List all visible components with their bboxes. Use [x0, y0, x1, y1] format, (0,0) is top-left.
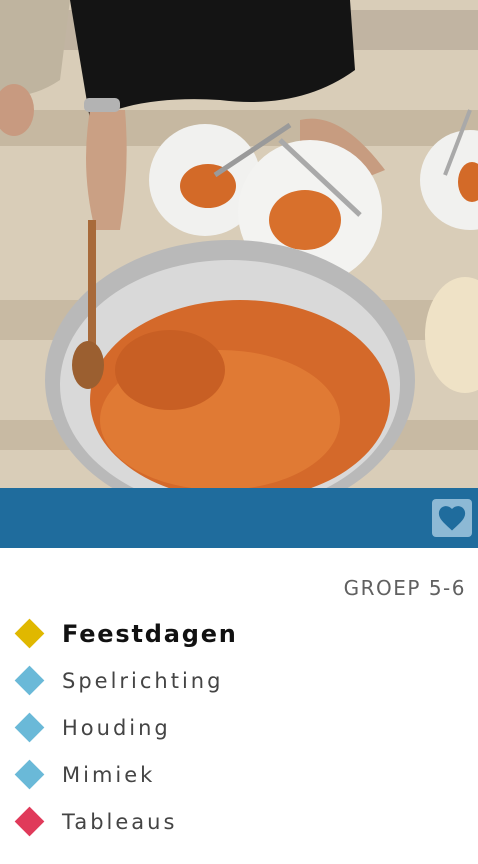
heart-icon	[438, 506, 466, 531]
topic-item-feestdagen[interactable]: Feestdagen	[14, 610, 238, 657]
hero-photo	[0, 0, 478, 488]
diamond-icon	[14, 806, 45, 837]
topic-item-spelrichting[interactable]: Spelrichting	[14, 657, 238, 704]
diamond-icon	[14, 759, 45, 790]
topic-label: Feestdagen	[62, 619, 238, 648]
header-band	[0, 488, 478, 548]
diamond-icon	[14, 712, 45, 743]
topic-list: Feestdagen Spelrichting Houding Mimiek T…	[14, 610, 238, 845]
diamond-icon	[14, 665, 45, 696]
topic-item-tableaus[interactable]: Tableaus	[14, 798, 238, 845]
grade-label: GROEP 5-6	[343, 576, 466, 600]
favorite-button[interactable]	[432, 499, 472, 537]
topic-item-houding[interactable]: Houding	[14, 704, 238, 751]
topic-label: Spelrichting	[62, 668, 224, 693]
diamond-icon	[14, 618, 45, 649]
topic-item-mimiek[interactable]: Mimiek	[14, 751, 238, 798]
topic-label: Tableaus	[62, 809, 178, 834]
topic-label: Houding	[62, 715, 171, 740]
topic-label: Mimiek	[62, 762, 156, 787]
